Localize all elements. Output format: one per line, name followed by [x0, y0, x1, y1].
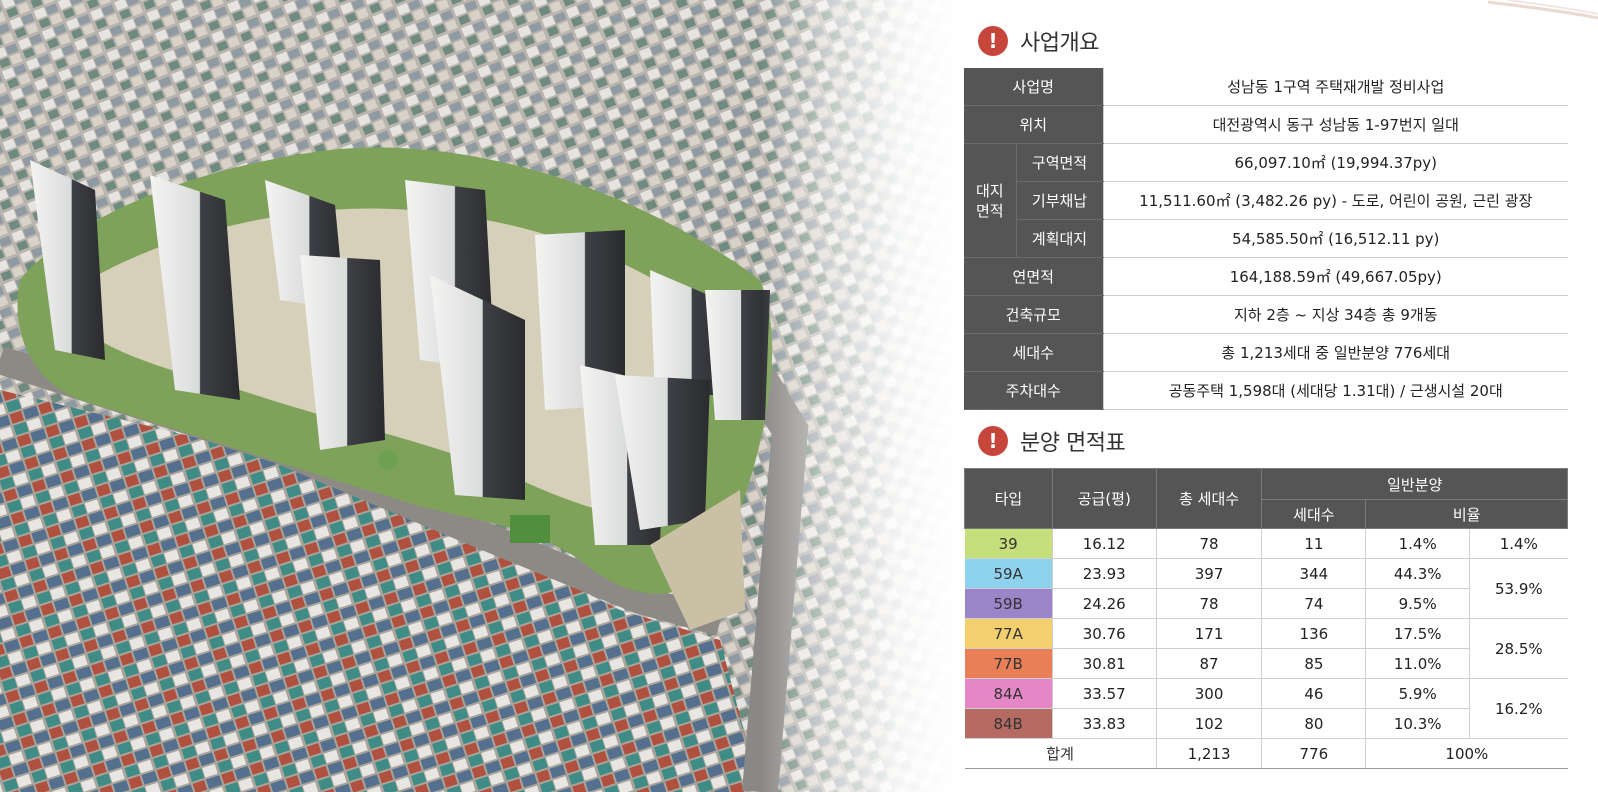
overview-value: 66,097.10㎡ (19,994.37py) — [1102, 143, 1568, 182]
overview-value: 지하 2층 ~ 지상 34층 총 9개동 — [1102, 295, 1568, 334]
overview-row: 세대수 총 1,213세대 중 일반분양 776세대 — [964, 333, 1568, 372]
overview-table: 사업명 성남동 1구역 주택재개발 정비사업 위치 대전광역시 동구 성남동 1-97… — [964, 68, 1568, 410]
area-ratio-cell: 17.5% — [1365, 618, 1470, 649]
overview-label: 기부채납 — [1015, 181, 1103, 220]
area-row: 84A 33.57 300 46 5.9% 16.2% — [964, 678, 1568, 739]
area-units-cell: 85 — [1261, 648, 1366, 679]
total-label: 합계 — [964, 738, 1157, 769]
type-cell: 59B — [964, 588, 1053, 619]
area-total-cell: 171 — [1155, 618, 1262, 649]
header-total-units: 총 세대수 — [1155, 468, 1263, 529]
overview-value: 총 1,213세대 중 일반분양 776세대 — [1102, 333, 1568, 372]
exclamation-icon: ! — [978, 26, 1008, 56]
area-total-cell: 300 — [1155, 678, 1262, 709]
type-cell: 59A — [964, 558, 1053, 589]
area-row: 39 16.12 78 11 1.4% 1.4% — [964, 528, 1568, 559]
land-area-group-label: 대지 면적 — [964, 143, 1016, 258]
area-total-cell: 397 — [1155, 558, 1262, 589]
area-row: 59A 23.93 397 344 44.3% 53.9% — [964, 558, 1568, 619]
area-supply-cell: 24.26 — [1051, 588, 1157, 619]
overview-value: 성남동 1구역 주택재개발 정비사업 — [1102, 68, 1568, 106]
type-cell: 84A — [964, 678, 1053, 709]
area-units-cell: 136 — [1261, 618, 1366, 649]
total-row: 합계 1,213 776 100% — [964, 738, 1568, 769]
group-ratio-cell: 28.5% — [1469, 618, 1568, 679]
area-supply-cell: 33.83 — [1051, 708, 1157, 739]
area-ratio-cell: 10.3% — [1365, 708, 1470, 739]
overview-row: 주차대수 공동주택 1,598대 (세대당 1.31대) / 근생시설 20대 — [964, 371, 1568, 410]
overview-row: 기부채납 11,511.60㎡ (3,482.26 py) - 도로, 어린이 공… — [964, 181, 1568, 220]
overview-value: 164,188.59㎡ (49,667.05py) — [1102, 257, 1568, 296]
overview-row: 건축규모 지하 2층 ~ 지상 34층 총 9개동 — [964, 295, 1568, 334]
overview-value: 11,511.60㎡ (3,482.26 py) - 도로, 어린이 공원, 근… — [1102, 181, 1568, 220]
area-units-cell: 80 — [1261, 708, 1366, 739]
area-table: 타입 공급(평) 총 세대수 일반분양 세대수 비율 39 16.12 78 11 1.… — [964, 468, 1568, 769]
overview-label: 건축규모 — [964, 295, 1103, 334]
area-units-cell: 74 — [1261, 588, 1366, 619]
total-units-cell: 1,213 — [1155, 738, 1262, 769]
area-ratio-cell: 11.0% — [1365, 648, 1470, 679]
area-row: 77A 30.76 171 136 17.5% 28.5% — [964, 618, 1568, 679]
area-total-cell: 102 — [1155, 708, 1262, 739]
total-ratio-cell: 100% — [1365, 738, 1568, 769]
area-supply-cell: 30.76 — [1051, 618, 1157, 649]
overview-row: 연면적 164,188.59㎡ (49,667.05py) — [964, 257, 1568, 296]
area-ratio-cell: 9.5% — [1365, 588, 1470, 619]
overview-row: 위치 대전광역시 동구 성남동 1-97번지 일대 — [964, 105, 1568, 144]
area-units-cell: 11 — [1261, 528, 1366, 559]
overview-heading: ! 사업개요 — [978, 25, 1099, 57]
type-cell: 77A — [964, 618, 1053, 649]
area-supply-cell: 16.12 — [1051, 528, 1157, 559]
type-cell: 77B — [964, 648, 1053, 679]
overview-label: 사업명 — [964, 68, 1103, 106]
area-ratio-cell: 5.9% — [1365, 678, 1470, 709]
header-general-sale: 일반분양 — [1261, 468, 1568, 500]
overview-label: 계획대지 — [1015, 219, 1103, 258]
area-total-cell: 78 — [1155, 528, 1262, 559]
area-supply-cell: 23.93 — [1051, 558, 1157, 589]
aerial-rendering-image — [0, 0, 958, 792]
type-cell: 84B — [964, 708, 1053, 739]
group-ratio-cell: 16.2% — [1469, 678, 1568, 739]
overview-row: 대지 면적 구역면적 66,097.10㎡ (19,994.37py) — [964, 143, 1568, 258]
area-total-cell: 78 — [1155, 588, 1262, 619]
area-units-cell: 46 — [1261, 678, 1366, 709]
group-ratio-cell: 1.4% — [1469, 528, 1568, 559]
info-panel: ! 사업개요 사업명 성남동 1구역 주택재개발 정비사업 위치 대전광역시 동구 성… — [964, 0, 1598, 792]
overview-title: 사업개요 — [1020, 31, 1099, 56]
overview-row: 계획대지 54,585.50㎡ (16,512.11 py) — [964, 219, 1568, 258]
overview-value: 대전광역시 동구 성남동 1-97번지 일대 — [1102, 105, 1568, 144]
overview-label: 연면적 — [964, 257, 1103, 296]
exclamation-icon: ! — [978, 426, 1008, 456]
total-general-units-cell: 776 — [1261, 738, 1366, 769]
area-ratio-cell: 44.3% — [1365, 558, 1470, 589]
type-cell: 39 — [964, 528, 1053, 559]
area-units-cell: 344 — [1261, 558, 1366, 589]
overview-value: 공동주택 1,598대 (세대당 1.31대) / 근생시설 20대 — [1102, 371, 1568, 410]
overview-row: 사업명 성남동 1구역 주택재개발 정비사업 — [964, 68, 1568, 106]
header-type: 타입 — [964, 468, 1053, 529]
area-total-cell: 87 — [1155, 648, 1262, 679]
header-ratio: 비율 — [1365, 499, 1568, 529]
group-ratio-cell: 53.9% — [1469, 558, 1568, 619]
area-supply-cell: 30.81 — [1051, 648, 1157, 679]
header-units: 세대수 — [1261, 499, 1367, 529]
overview-value: 54,585.50㎡ (16,512.11 py) — [1102, 219, 1568, 258]
overview-label: 구역면적 — [1015, 143, 1103, 182]
areas-title: 분양 면적표 — [1020, 431, 1126, 456]
area-supply-cell: 33.57 — [1051, 678, 1157, 709]
header-supply: 공급(평) — [1051, 468, 1157, 529]
area-ratio-cell: 1.4% — [1365, 528, 1470, 559]
areas-heading: ! 분양 면적표 — [978, 425, 1126, 457]
overview-label: 위치 — [964, 105, 1103, 144]
overview-label: 세대수 — [964, 333, 1103, 372]
overview-label: 주차대수 — [964, 371, 1103, 410]
